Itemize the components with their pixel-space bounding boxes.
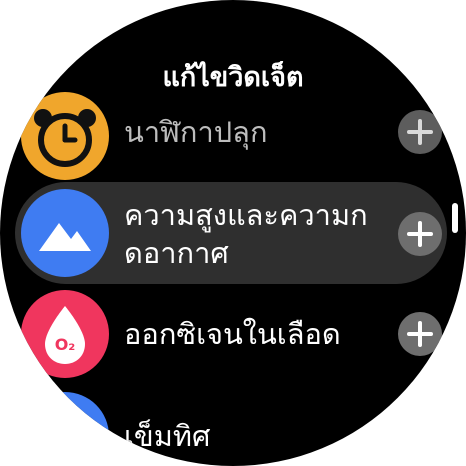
scrollbar[interactable] [452,203,458,233]
widget-row-compass[interactable]: เข็มทิศ [0,392,466,466]
widget-label-compass: เข็มทิศ [124,419,211,453]
mountain-icon [21,189,109,277]
widget-label-altitude-line1: ความสูงและความก [124,198,368,232]
blood-oxygen-icon: O₂ [21,290,109,378]
widget-label-alarm: นาฬิกาปลุก [124,115,268,149]
widget-label-altitude: ความสูงและความก ดอากาศ [124,196,368,272]
alarm-clock-icon [21,92,109,180]
watch-screen: แก้ไขวิดเจ็ต นาฬิกาปลุก ความสูงและความก … [0,0,466,466]
widget-label-blood-oxygen: ออกซิเจนในเลือด [124,317,341,351]
blood-oxygen-icon-text: O₂ [55,335,76,354]
widget-row-blood-oxygen[interactable]: O₂ ออกซิเจนในเลือด [0,290,466,386]
add-widget-altitude-button[interactable] [398,212,442,256]
widget-label-altitude-line2: ดอากาศ [124,236,229,270]
widget-row-alarm[interactable]: นาฬิกาปลุก [0,88,466,188]
compass-icon [21,392,109,466]
add-widget-alarm-button[interactable] [398,110,442,154]
add-widget-blood-oxygen-button[interactable] [398,312,442,356]
widget-row-altitude[interactable]: ความสูงและความก ดอากาศ [0,182,466,286]
